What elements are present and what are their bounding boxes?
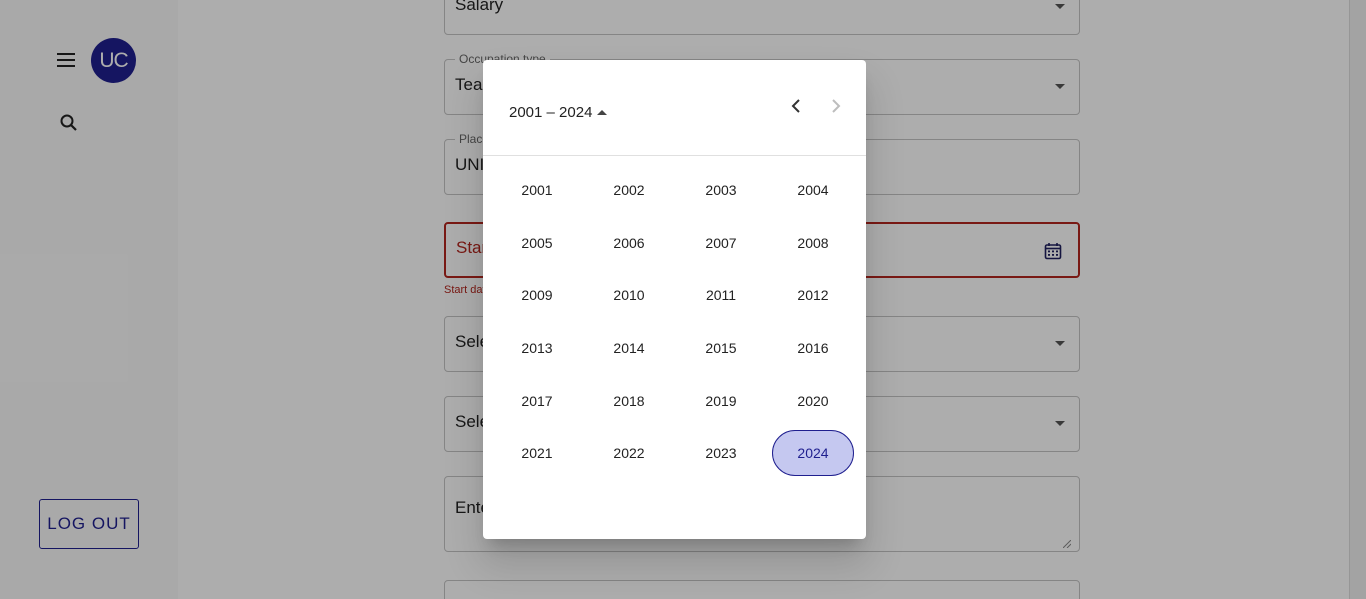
year-cell: 2018 — [583, 378, 675, 424]
year-option-2017[interactable]: 2017 — [496, 378, 578, 424]
year-option-2005[interactable]: 2005 — [496, 220, 578, 266]
year-option-2020[interactable]: 2020 — [772, 378, 854, 424]
year-cell: 2015 — [675, 325, 767, 371]
year-cell: 2011 — [675, 272, 767, 318]
year-cell: 2009 — [491, 272, 583, 318]
year-row: 2013 2014 2015 2016 — [491, 322, 859, 375]
year-cell: 2003 — [675, 167, 767, 213]
year-picker-dialog: 2001 – 2024 2001 2002 2003 2004 2005 2006 2007… — [483, 60, 866, 539]
year-row: 2009 2010 2011 2012 — [491, 269, 859, 322]
year-cell: 2017 — [491, 378, 583, 424]
year-cell: 2023 — [675, 430, 767, 476]
period-toggle-button[interactable]: 2001 – 2024 — [503, 100, 613, 124]
year-cell: 2005 — [491, 220, 583, 266]
chevron-right-icon — [832, 99, 841, 113]
year-cell: 2010 — [583, 272, 675, 318]
picker-header: 2001 – 2024 — [483, 60, 866, 156]
year-option-2021[interactable]: 2021 — [496, 430, 578, 476]
year-cell: 2022 — [583, 430, 675, 476]
year-option-2019[interactable]: 2019 — [680, 378, 762, 424]
year-option-2023[interactable]: 2023 — [680, 430, 762, 476]
year-option-2003[interactable]: 2003 — [680, 167, 762, 213]
year-cell: 2006 — [583, 220, 675, 266]
previous-period-button[interactable] — [784, 94, 808, 118]
year-option-2008[interactable]: 2008 — [772, 220, 854, 266]
year-option-2013[interactable]: 2013 — [496, 325, 578, 371]
year-option-2004[interactable]: 2004 — [772, 167, 854, 213]
page: UC LOG OUT Salary Occupation type Teache… — [0, 0, 1366, 599]
next-period-button[interactable] — [824, 94, 848, 118]
year-cell: 2014 — [583, 325, 675, 371]
year-option-2014[interactable]: 2014 — [588, 325, 670, 371]
chevron-left-icon — [791, 99, 800, 113]
period-label: 2001 – 2024 — [509, 103, 593, 121]
year-row: 2021 2022 2023 2024 — [491, 427, 859, 480]
year-option-2002[interactable]: 2002 — [588, 167, 670, 213]
year-row: 2005 2006 2007 2008 — [491, 217, 859, 270]
caret-up-icon — [597, 109, 608, 115]
year-cell: 2019 — [675, 378, 767, 424]
year-row: 2001 2002 2003 2004 — [491, 164, 859, 217]
year-cell: 2024 — [767, 430, 859, 477]
year-option-2010[interactable]: 2010 — [588, 272, 670, 318]
year-cell: 2016 — [767, 325, 859, 371]
year-option-2024[interactable]: 2024 — [772, 430, 854, 477]
year-option-2022[interactable]: 2022 — [588, 430, 670, 476]
year-cell: 2007 — [675, 220, 767, 266]
year-option-2012[interactable]: 2012 — [772, 272, 854, 318]
year-cell: 2001 — [491, 167, 583, 213]
year-cell: 2012 — [767, 272, 859, 318]
year-cell: 2020 — [767, 378, 859, 424]
year-cell: 2008 — [767, 220, 859, 266]
year-option-2007[interactable]: 2007 — [680, 220, 762, 266]
year-grid: 2001 2002 2003 2004 2005 2006 2007 2008 2009 2010… — [491, 164, 859, 480]
year-option-2001[interactable]: 2001 — [496, 167, 578, 213]
year-option-2006[interactable]: 2006 — [588, 220, 670, 266]
year-option-2009[interactable]: 2009 — [496, 272, 578, 318]
year-cell: 2021 — [491, 430, 583, 476]
year-cell: 2004 — [767, 167, 859, 213]
year-option-2018[interactable]: 2018 — [588, 378, 670, 424]
year-cell: 2013 — [491, 325, 583, 371]
year-option-2015[interactable]: 2015 — [680, 325, 762, 371]
year-option-2016[interactable]: 2016 — [772, 325, 854, 371]
year-cell: 2002 — [583, 167, 675, 213]
year-option-2011[interactable]: 2011 — [680, 272, 762, 318]
year-row: 2017 2018 2019 2020 — [491, 374, 859, 427]
